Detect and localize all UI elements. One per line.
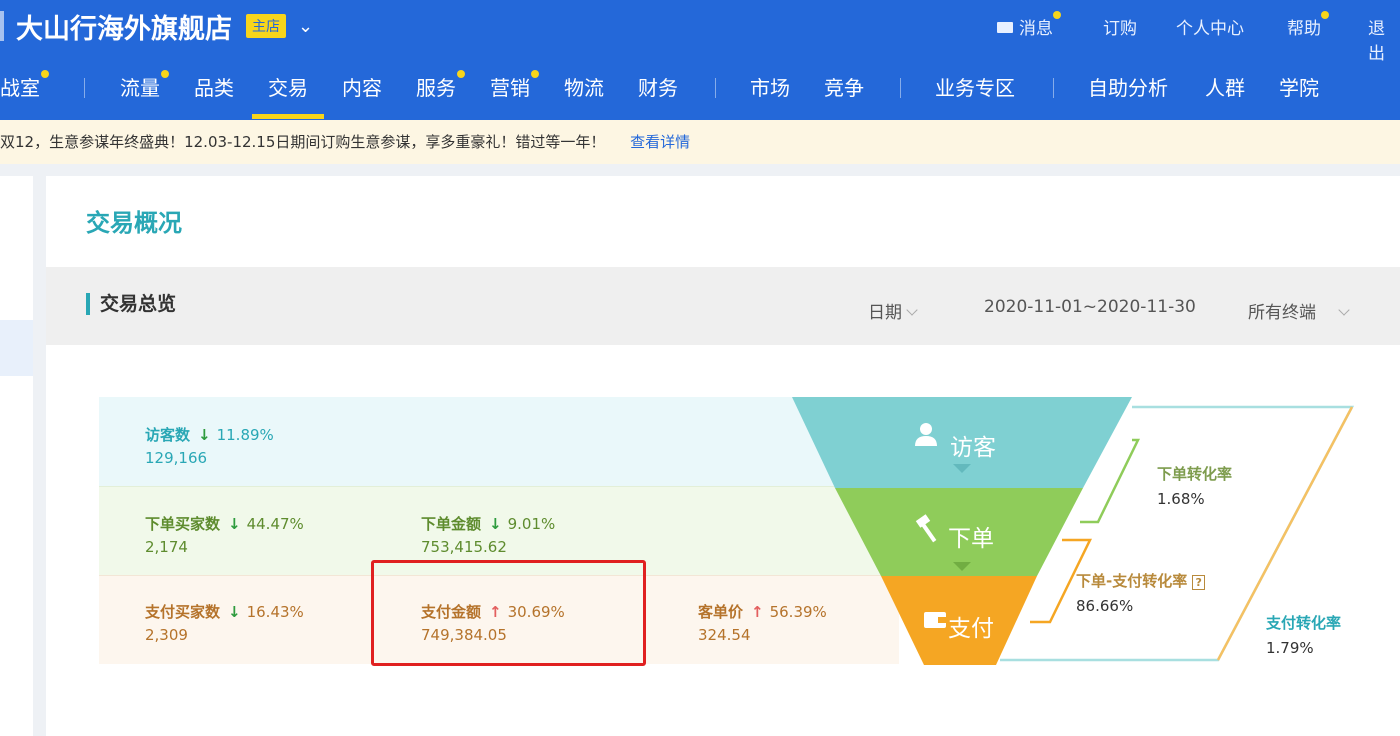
rate-pay-conversion: 支付转化率 1.79% [1266, 614, 1342, 657]
rate-order-pay-conversion: 下单-支付转化率 ? 86.66% [1076, 570, 1205, 615]
rate-order-conversion: 下单转化率 1.68% [1157, 465, 1233, 508]
wallet-icon [924, 612, 946, 628]
help-icon[interactable]: ? [1192, 575, 1205, 590]
conversion-funnel-graphic [792, 397, 1355, 665]
funnel-label-visitors: 访客 [950, 435, 996, 461]
funnel-label-orders: 下单 [948, 526, 994, 552]
funnel-label-pay: 支付 [948, 616, 994, 642]
